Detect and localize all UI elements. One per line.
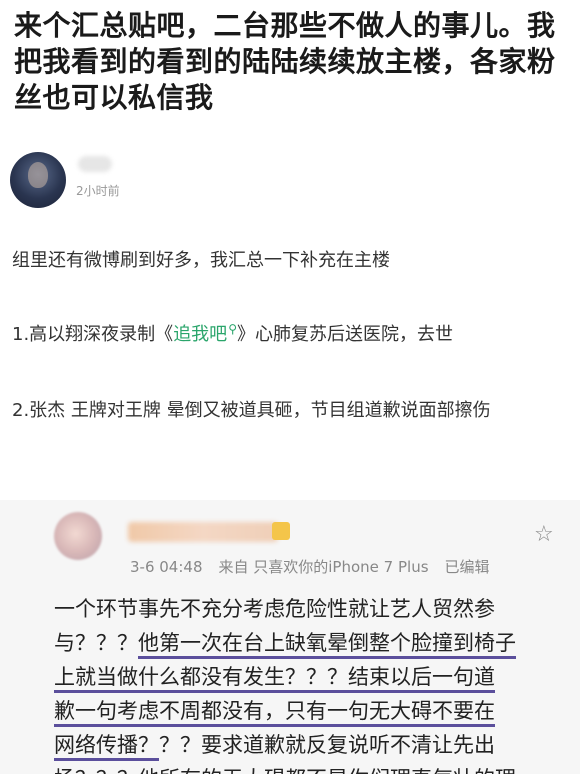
post-item-2: 2.张杰 王牌对王牌 晕倒又被道具砸，节目组道歉说面部擦伤 — [12, 400, 491, 421]
quoted-line: 与？？？他第一次在台上缺氧晕倒整个脸撞到椅子 — [54, 626, 574, 660]
underlined-text: 他第一次在台上缺氧晕倒整个脸撞到椅子 — [138, 631, 516, 659]
post-item-1: 1.高以翔深夜录制《追我吧⚲》心肺复苏后送医院，去世 — [12, 320, 453, 346]
post-time: 2小时前 — [76, 184, 120, 198]
author-avatar[interactable] — [10, 152, 66, 208]
user-badge-icon — [272, 522, 290, 540]
star-icon: ☆ — [534, 522, 554, 547]
show-link-label[interactable]: 追我吧 — [173, 324, 227, 345]
quoted-line: 上就当做什么都没有发生？？？结束以后一句道 — [54, 660, 574, 694]
post-title: 来个汇总贴吧，二台那些不做人的事儿。我把我看到的看到的陆陆续续放主楼，各家粉丝也… — [14, 9, 556, 114]
quoted-source: 来自 只喜欢你的iPhone 7 Plus — [218, 558, 429, 576]
quoted-text: 一个环节事先不充分考虑危险性就让艺人贸然参 与？？？他第一次在台上缺氧晕倒整个脸… — [54, 592, 574, 774]
quoted-line: 网络传播？？？要求道歉就反复说听不清让先出 — [54, 728, 574, 762]
underlined-text: 网络传播？ — [54, 733, 159, 761]
post-intro: 组里还有微博刷到好多，我汇总一下补充在主楼 — [12, 250, 390, 271]
quoted-edited: 已编辑 — [444, 558, 490, 576]
show-link[interactable]: 追我吧⚲ — [173, 322, 237, 345]
quoted-user-avatar — [54, 512, 102, 560]
quoted-meta: 3-6 04:48 来自 只喜欢你的iPhone 7 Plus 已编辑 — [130, 556, 490, 577]
quoted-user-name-blurred — [128, 522, 278, 542]
quoted-line: 场？？？他所有的无大碍都不是你们理直气壮的理 — [54, 762, 574, 774]
quoted-line-part: ？？要求道歉就反复说听不清让先出 — [159, 733, 495, 757]
author-name-blurred — [78, 156, 112, 172]
quoted-line: 歉一句考虑不周都没有，只有一句无大碍不要在 — [54, 694, 574, 728]
underlined-text: 上就当做什么都没有发生？？？结束以后一句道 — [54, 665, 495, 693]
item-1-suffix: 》心肺复苏后送医院，去世 — [236, 324, 453, 345]
quoted-date: 3-6 04:48 — [130, 558, 203, 576]
quoted-line-part: 与？？？ — [54, 631, 138, 655]
quoted-weibo-screenshot: ☆ 3-6 04:48 来自 只喜欢你的iPhone 7 Plus 已编辑 一个环节… — [0, 500, 580, 774]
underlined-text: 歉一句考虑不周都没有，只有一句无大碍不要在 — [54, 699, 495, 727]
item-1-prefix: 1.高以翔深夜录制《 — [12, 324, 174, 345]
quoted-line: 一个环节事先不充分考虑危险性就让艺人贸然参 — [54, 597, 495, 621]
search-icon: ⚲ — [228, 322, 237, 336]
